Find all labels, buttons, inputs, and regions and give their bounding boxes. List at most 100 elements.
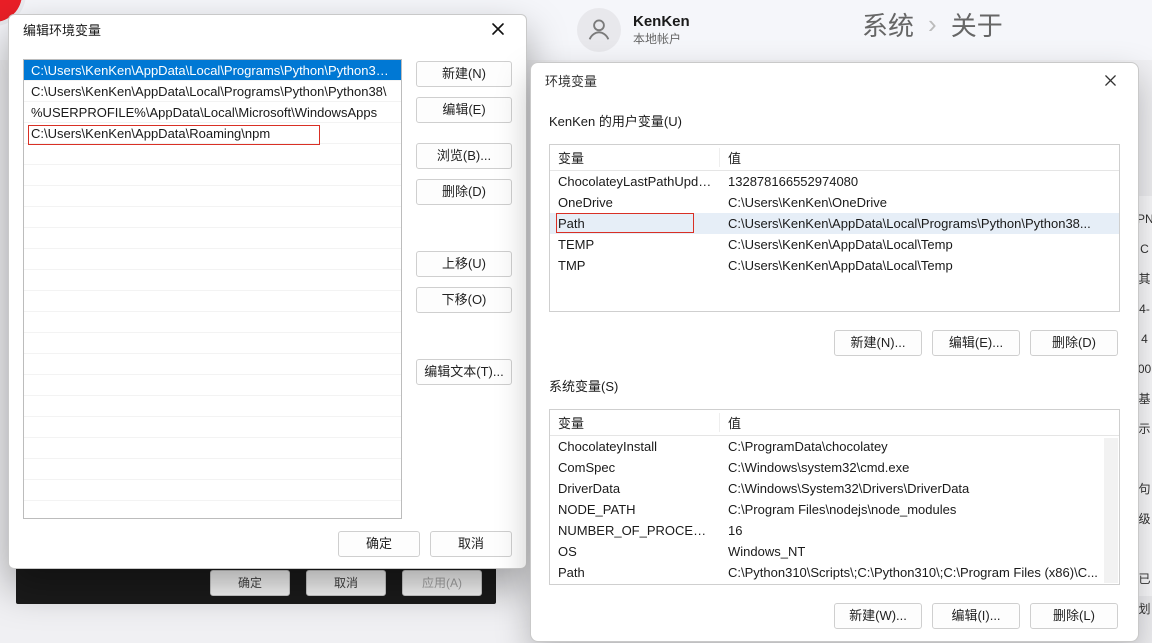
edit-button[interactable]: 编辑(E) [416,97,512,123]
td-val: 16 [720,523,1119,538]
close-button[interactable] [1090,67,1130,95]
edit-text-button[interactable]: 编辑文本(T)... [416,359,512,385]
list-item[interactable]: C:\Users\KenKen\AppData\Local\Programs\P… [24,81,401,102]
sys-vars-table[interactable]: 变量 值 ChocolateyInstallC:\ProgramData\cho… [549,409,1120,585]
avatar [577,8,621,52]
table-row[interactable]: ChocolateyLastPathUpdate1328781665529740… [550,171,1119,192]
sys-th-val[interactable]: 值 [720,413,1119,432]
underlying-apply-button: 应用(A) [402,570,482,596]
td-val: Windows_NT [720,544,1119,559]
list-item-empty[interactable] [24,375,401,396]
new-button[interactable]: 新建(N) [416,61,512,87]
sys-edit-button[interactable]: 编辑(I)... [932,603,1020,629]
table-row[interactable]: PathC:\Python310\Scripts\;C:\Python310\;… [550,562,1119,583]
list-item-empty[interactable] [24,354,401,375]
list-item-empty[interactable] [24,207,401,228]
td-var: DriverData [550,481,720,496]
list-item-empty[interactable] [24,333,401,354]
td-val: C:\Windows\system32\cmd.exe [720,460,1119,475]
td-val: C:\Users\KenKen\OneDrive [720,195,1119,210]
close-icon [491,22,505,36]
scrollbar[interactable] [1104,438,1118,583]
underlying-dialog-buttons: 确定 取消 应用(A) [210,570,482,596]
list-item[interactable]: %USERPROFILE%\AppData\Local\Microsoft\Wi… [24,102,401,123]
user-delete-button[interactable]: 删除(D) [1030,330,1118,356]
user-new-button[interactable]: 新建(N)... [834,330,922,356]
table-row[interactable]: NODE_PATHC:\Program Files\nodejs\node_mo… [550,499,1119,520]
list-item-empty[interactable] [24,438,401,459]
td-var: ChocolateyLastPathUpdate [550,174,720,189]
list-item-empty[interactable] [24,312,401,333]
edit-env-var-dialog: 编辑环境变量 C:\Users\KenKen\AppData\Local\Pro… [8,14,527,569]
sys-new-button[interactable]: 新建(W)... [834,603,922,629]
breadcrumb-parent[interactable]: 系统 [862,6,914,43]
user-th-val[interactable]: 值 [720,148,1119,167]
sys-th-var[interactable]: 变量 [550,413,720,432]
td-var: Path [550,216,720,231]
table-row[interactable]: OneDriveC:\Users\KenKen\OneDrive [550,192,1119,213]
user-th-var[interactable]: 变量 [550,148,720,167]
chevron-right-icon: › [928,9,937,40]
table-row[interactable]: OSWindows_NT [550,541,1119,562]
close-icon [1104,74,1117,87]
table-row[interactable]: TEMPC:\Users\KenKen\AppData\Local\Temp [550,234,1119,255]
sys-vars-label: 系统变量(S) [549,376,1120,395]
list-item-empty[interactable] [24,417,401,438]
table-row[interactable]: ComSpecC:\Windows\system32\cmd.exe [550,457,1119,478]
list-item-empty[interactable] [24,459,401,480]
list-item-empty[interactable] [24,144,401,165]
table-row[interactable]: DriverDataC:\Windows\System32\Drivers\Dr… [550,478,1119,499]
list-item-empty[interactable] [24,480,401,501]
td-var: NUMBER_OF_PROCESSORS [550,523,720,538]
user-vars-table[interactable]: 变量 值 ChocolateyLastPathUpdate13287816655… [549,144,1120,312]
cancel-button[interactable]: 取消 [430,531,512,557]
list-item-empty[interactable] [24,249,401,270]
header-usersub: 本地帐户 [633,30,690,47]
td-var: OS [550,544,720,559]
move-down-button[interactable]: 下移(O) [416,287,512,313]
td-var: OneDrive [550,195,720,210]
list-item-empty[interactable] [24,270,401,291]
td-var: ChocolateyInstall [550,439,720,454]
table-row[interactable]: TMPC:\Users\KenKen\AppData\Local\Temp [550,255,1119,276]
ok-button[interactable]: 确定 [338,531,420,557]
table-row[interactable]: PathC:\Users\KenKen\AppData\Local\Progra… [550,213,1119,234]
breadcrumb-current: 关于 [951,6,1003,43]
browse-button[interactable]: 浏览(B)... [416,143,512,169]
list-item-empty[interactable] [24,165,401,186]
td-var: TEMP [550,237,720,252]
list-item-empty[interactable] [24,501,401,519]
dialog-title: 编辑环境变量 [23,20,101,39]
path-entries-listbox[interactable]: C:\Users\KenKen\AppData\Local\Programs\P… [23,59,402,519]
close-button[interactable] [478,15,518,43]
list-item[interactable]: C:\Users\KenKen\AppData\Roaming\npm [24,123,401,144]
td-var: ComSpec [550,460,720,475]
sys-delete-button[interactable]: 删除(L) [1030,603,1118,629]
td-val: C:\Program Files\nodejs\node_modules [720,502,1119,517]
td-val: C:\ProgramData\chocolatey [720,439,1119,454]
person-icon [585,16,613,44]
env-vars-dialog: 环境变量 KenKen 的用户变量(U) 变量 值 ChocolateyLast… [530,62,1139,642]
td-var: Path [550,565,720,580]
td-var: TMP [550,258,720,273]
list-item-empty[interactable] [24,186,401,207]
user-vars-label: KenKen 的用户变量(U) [549,111,1120,130]
move-up-button[interactable]: 上移(U) [416,251,512,277]
table-row[interactable]: ChocolateyInstallC:\ProgramData\chocolat… [550,436,1119,457]
list-item-empty[interactable] [24,291,401,312]
underlying-cancel-button[interactable]: 取消 [306,570,386,596]
header-username: KenKen [633,13,690,30]
table-row[interactable]: NUMBER_OF_PROCESSORS16 [550,520,1119,541]
td-val: C:\Windows\System32\Drivers\DriverData [720,481,1119,496]
td-val: C:\Python310\Scripts\;C:\Python310\;C:\P… [720,565,1119,580]
td-var: NODE_PATH [550,502,720,517]
list-item[interactable]: C:\Users\KenKen\AppData\Local\Programs\P… [24,60,401,81]
list-item-empty[interactable] [24,396,401,417]
td-val: C:\Users\KenKen\AppData\Local\Temp [720,237,1119,252]
underlying-ok-button[interactable]: 确定 [210,570,290,596]
delete-button[interactable]: 删除(D) [416,179,512,205]
dialog-title: 环境变量 [545,71,597,90]
user-badge: KenKen 本地帐户 [577,8,690,52]
user-edit-button[interactable]: 编辑(E)... [932,330,1020,356]
list-item-empty[interactable] [24,228,401,249]
